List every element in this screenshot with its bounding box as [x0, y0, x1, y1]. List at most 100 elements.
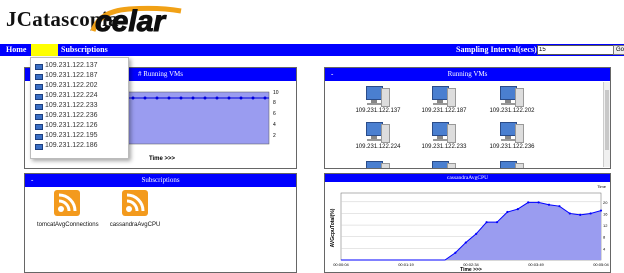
data-point — [495, 221, 499, 224]
x-tick-label: 00:03:49 — [528, 262, 544, 267]
vm-icon — [35, 64, 43, 70]
y-tick-label: 16 — [603, 211, 608, 216]
chart-title: cassandraAvgCPU — [446, 175, 489, 181]
event-menu-item-label: 109.231.122.233 — [45, 102, 98, 109]
computer-icon — [432, 161, 456, 168]
subscription-label: cassandraAvgCPU — [109, 222, 161, 228]
computer-icon — [500, 161, 524, 168]
vm-y-tick: 4 — [273, 122, 276, 128]
collapse-button[interactable]: - — [331, 68, 333, 81]
vm-tile[interactable]: 109.231.122.233 — [409, 122, 479, 150]
events-dropdown: 109.231.122.137 109.231.122.187 109.231.12… — [30, 57, 129, 159]
vm-ip-label: 109.231.122.233 — [421, 144, 467, 150]
y-tick-label: 4 — [603, 246, 606, 251]
vm-scrollbar[interactable] — [603, 82, 610, 167]
event-menu-item[interactable]: 109.231.122.186 — [31, 141, 128, 151]
vm-icon — [35, 144, 43, 150]
running-vms-xlabel: Time >>> — [149, 156, 176, 162]
go-button[interactable]: Go — [613, 45, 624, 55]
event-menu-item[interactable]: 109.231.122.236 — [31, 111, 128, 121]
vm-tile[interactable]: 109.231.122.224 — [343, 122, 413, 150]
vm-ip-label: 109.231.122.236 — [489, 144, 535, 150]
event-menu-item-label: 109.231.122.202 — [45, 82, 98, 89]
vm-icon — [35, 104, 43, 110]
corner-label: Time — [597, 184, 607, 189]
running-vms-count-title: # Running VMs — [138, 70, 183, 78]
vm-icon — [35, 84, 43, 90]
x-tick-label: 00:00:04 — [333, 262, 349, 267]
cassandra-cpu-panel: cassandraAvgCPU 4 8 12 16 20 00:00:04 00:01:19… — [324, 173, 611, 273]
data-point — [579, 213, 582, 217]
event-menu-item-label: 109.231.122.137 — [45, 62, 98, 69]
event-menu-item[interactable]: 109.231.122.224 — [31, 91, 128, 101]
cassandra-cpu-chart: 4812162000:00:04 00:01:19 00:02:34 00:03:49… — [330, 184, 610, 273]
vm-tile[interactable]: 109.231.122.202 — [477, 86, 547, 114]
data-point — [506, 210, 509, 214]
vm-tile[interactable] — [477, 161, 547, 168]
event-menu-item[interactable]: 109.231.122.202 — [31, 81, 128, 91]
running-vms-title: Running VMs — [447, 70, 488, 78]
celar-logo: celar — [89, 1, 189, 42]
computer-icon — [366, 86, 390, 108]
subscriptions-title: Subscriptions — [141, 176, 180, 184]
vm-icon — [35, 134, 43, 140]
nav-subscriptions[interactable]: Subscriptions — [61, 44, 108, 56]
data-point — [516, 207, 519, 211]
event-menu-item[interactable]: 109.231.122.187 — [31, 71, 128, 81]
data-point — [527, 201, 530, 204]
event-menu-item-label: 109.231.122.186 — [45, 142, 98, 149]
subscription-item[interactable]: tomcatAvgConnections — [37, 190, 99, 228]
data-point — [485, 221, 488, 224]
computer-icon — [432, 122, 456, 144]
vm-ip-label: 109.231.122.202 — [489, 108, 535, 114]
computer-icon — [366, 122, 390, 144]
data-point — [454, 251, 457, 254]
vm-y-tick: 8 — [273, 100, 276, 106]
event-menu-item-label: 109.231.122.195 — [45, 132, 98, 139]
vm-y-tick: 10 — [273, 90, 279, 96]
data-point — [475, 232, 478, 235]
vm-ip-label: 109.231.122.187 — [421, 108, 467, 114]
data-point — [547, 203, 551, 206]
vm-icon — [35, 124, 43, 130]
x-tick-label: 00:05:04 — [593, 262, 609, 267]
subscription-label: tomcatAvgConnections — [37, 222, 99, 228]
event-menu-item[interactable]: 109.231.122.195 — [31, 131, 128, 141]
event-menu-item-label: 109.231.122.224 — [45, 92, 98, 99]
event-menu-item[interactable]: 109.231.122.233 — [31, 101, 128, 111]
collapse-button[interactable]: - — [31, 174, 33, 187]
vm-tile[interactable] — [343, 161, 413, 168]
computer-icon — [500, 86, 524, 108]
event-menu-item[interactable]: 109.231.122.126 — [31, 121, 128, 131]
vm-tile[interactable]: 109.231.122.137 — [343, 86, 413, 114]
vm-tile[interactable]: 109.231.122.187 — [409, 86, 479, 114]
rss-icon — [122, 190, 148, 216]
computer-icon — [366, 161, 390, 168]
y-tick-label: 20 — [603, 200, 608, 205]
x-tick-label: 00:01:19 — [398, 262, 414, 267]
nav-bar: Home Events Subscriptions Sampling Inter… — [0, 44, 624, 56]
data-point — [558, 205, 561, 208]
vm-y-tick: 2 — [273, 133, 276, 139]
subscriptions-panel: - Subscriptions tomcatAvgConnections cass… — [24, 173, 297, 273]
subscriptions-header: - Subscriptions — [25, 174, 296, 187]
vm-tile[interactable]: 109.231.122.236 — [477, 122, 547, 150]
vm-icon — [35, 74, 43, 80]
sampling-interval-input[interactable] — [537, 45, 614, 55]
rss-icon — [54, 190, 80, 216]
vm-ip-label: 109.231.122.137 — [355, 108, 401, 114]
event-menu-item-label: 109.231.122.126 — [45, 122, 98, 129]
vm-grid: 109.231.122.137 109.231.122.187 109.231.12… — [325, 82, 603, 168]
y-axis-label: AVGcpuTotal(%) — [330, 208, 336, 247]
subscription-item[interactable]: cassandraAvgCPU — [105, 190, 165, 228]
vm-scrollbar-thumb[interactable] — [605, 90, 609, 150]
nav-events[interactable]: Events — [31, 44, 58, 56]
nav-home[interactable]: Home — [6, 44, 26, 56]
svg-text:celar: celar — [95, 5, 167, 37]
running-vms-panel: - Running VMs 109.231.122.137 109.231.122… — [324, 67, 611, 169]
computer-icon — [432, 86, 456, 108]
event-menu-item[interactable]: 109.231.122.137 — [31, 61, 128, 71]
vm-tile[interactable] — [409, 161, 479, 168]
x-axis-label: Time >>> — [460, 267, 482, 273]
y-tick-label: 12 — [603, 223, 608, 228]
